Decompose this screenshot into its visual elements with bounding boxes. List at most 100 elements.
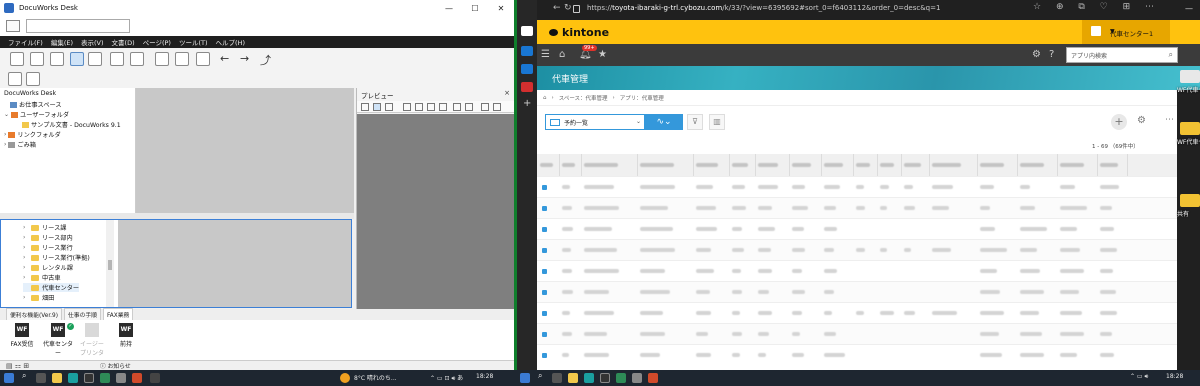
favorite-icon[interactable]: ★ [598, 49, 607, 60]
kintone-logo[interactable]: kintone [549, 26, 609, 39]
list-view-icon[interactable] [88, 52, 102, 66]
tab-useful-features[interactable]: 便利な機能(Ver.9) [6, 308, 62, 320]
app-taskbar-icon-right[interactable] [616, 373, 626, 383]
table-row[interactable] [537, 344, 1177, 365]
record-detail-icon[interactable] [542, 269, 547, 274]
weather-text[interactable]: 8°C 晴れのち... [354, 373, 397, 382]
thumbnail-view-icon[interactable] [70, 52, 84, 66]
browser-toolbar-icons[interactable]: ☆ ⊕ ⧉ ♡ ⊞ ⋯ [1033, 2, 1160, 12]
app-taskbar-icon-right-3[interactable] [648, 373, 658, 383]
column-header[interactable] [1060, 163, 1084, 167]
start-icon-right[interactable] [520, 373, 530, 383]
folder-item[interactable]: › リース業行 [23, 243, 73, 252]
menu-document[interactable]: 文書(D) [112, 37, 135, 47]
column-header[interactable] [856, 163, 870, 167]
app-taskbar-icon[interactable] [100, 373, 110, 383]
tree-item-user-folder[interactable]: ⌄ ユーザーフォルダ [4, 110, 69, 119]
preview-close-icon[interactable]: × [504, 89, 510, 97]
clock-left[interactable]: 18:28 [476, 373, 493, 380]
folder-item[interactable]: › レンタル課 [23, 263, 73, 272]
record-detail-icon[interactable] [542, 311, 547, 316]
record-detail-icon[interactable] [542, 206, 547, 211]
filter-button[interactable]: ⊽ [687, 114, 703, 130]
back-arrow-icon[interactable]: ← [220, 52, 229, 65]
menu-page[interactable]: ページ(P) [143, 37, 171, 47]
tab-fax[interactable]: FAX業務 [102, 308, 134, 320]
tree-item-desk[interactable]: DocuWorks Desk [4, 90, 56, 97]
edge-icon[interactable] [68, 373, 78, 383]
page-icon[interactable] [361, 103, 369, 111]
outlook-icon[interactable] [521, 46, 533, 56]
record-detail-icon[interactable] [542, 185, 547, 190]
menu-edit[interactable]: 編集(E) [51, 37, 73, 47]
more-options-button[interactable]: ⋯ [1165, 115, 1174, 125]
table-row[interactable] [537, 218, 1177, 239]
record-detail-icon[interactable] [542, 332, 547, 337]
user-menu[interactable]: 代車センター1 ▼ [1082, 20, 1170, 44]
add-icon[interactable]: + [523, 98, 531, 109]
menu-view[interactable]: 表示(V) [81, 37, 104, 47]
view-mode-icon[interactable]: ▤ ⚏ ⊞ [6, 362, 29, 370]
add-record-button[interactable]: + [1111, 114, 1127, 130]
app-taskbar-icon-2[interactable] [116, 373, 126, 383]
column-header[interactable] [540, 163, 553, 167]
dw-search-input[interactable] [26, 19, 130, 33]
chart-button[interactable]: ▥ [709, 114, 725, 130]
folder-content-area[interactable] [118, 220, 351, 307]
column-header[interactable] [732, 163, 748, 167]
gear-icon[interactable]: ⚙ [1137, 115, 1146, 126]
next-page-icon[interactable] [427, 103, 435, 111]
record-detail-icon[interactable] [542, 227, 547, 232]
app-taskbar-icon-4[interactable] [150, 373, 160, 383]
table-row[interactable] [537, 197, 1177, 218]
outlook-icon-2[interactable] [521, 64, 533, 74]
refresh-icon[interactable]: ↻ [564, 3, 572, 13]
zoom-icon[interactable] [481, 103, 489, 111]
forward-arrow-icon[interactable]: → [240, 52, 249, 65]
column-header[interactable] [562, 163, 575, 167]
text-select-icon[interactable] [385, 103, 393, 111]
back-icon[interactable]: ← [553, 3, 561, 13]
app-search-input[interactable]: アプリ内検索 ⌕ [1066, 47, 1178, 63]
close-button[interactable]: ✕ [488, 0, 514, 16]
column-header[interactable] [1020, 163, 1044, 167]
record-detail-icon[interactable] [542, 290, 547, 295]
print-icon[interactable] [30, 52, 44, 66]
minimize-button[interactable]: — [1178, 0, 1200, 16]
table-row[interactable] [537, 239, 1177, 260]
folder-scrollbar[interactable] [106, 220, 114, 307]
menu-icon[interactable]: ☰ [541, 49, 550, 60]
tray-daisha-center[interactable]: WF ✓ 代車センター [42, 323, 74, 357]
help-icon[interactable]: ? [1049, 49, 1054, 60]
column-header[interactable] [792, 163, 811, 167]
column-header[interactable] [1100, 163, 1118, 167]
last-page-icon[interactable] [439, 103, 447, 111]
tray-maemochi[interactable]: WF 前持 [114, 323, 138, 348]
minimize-button[interactable]: — [436, 0, 462, 16]
docuworks-taskbar-icon[interactable] [84, 373, 94, 383]
folder-item[interactable]: › リース課 [23, 223, 66, 232]
column-header[interactable] [696, 163, 718, 167]
tray-fax-receive[interactable]: WF FAX受信 [10, 323, 34, 348]
folder-item[interactable]: › リース業行(準拠) [23, 253, 90, 262]
label-icon[interactable] [26, 72, 40, 86]
rotate-icon[interactable] [465, 103, 473, 111]
breadcrumb-space[interactable]: スペース：代車管理 [559, 94, 608, 102]
docuworks-taskbar-icon-right[interactable] [600, 373, 610, 383]
folder-item[interactable]: › 中古車 [23, 273, 61, 282]
link-icon[interactable] [453, 103, 461, 111]
search-icon[interactable]: ⌕ [1169, 50, 1173, 60]
tree-item-link-folder[interactable]: › リンクフォルダ [4, 130, 61, 139]
open-icon[interactable] [10, 52, 24, 66]
bind-icon[interactable] [175, 52, 189, 66]
column-header[interactable] [640, 163, 674, 167]
app-icon[interactable] [521, 82, 533, 92]
folder-item-selected[interactable]: 代車センター [23, 283, 80, 292]
menu-help[interactable]: ヘルプ(H) [216, 37, 245, 47]
folder-item[interactable]: › リース部内 [23, 233, 73, 242]
search-icon-right[interactable]: ⌕ [538, 371, 542, 381]
explorer-icon[interactable] [52, 373, 62, 383]
tray-icons[interactable]: ⌃ ▭ ⊡ 🔊︎ あ [430, 373, 463, 383]
tag-icon[interactable] [8, 72, 22, 86]
tree-item-workspace[interactable]: お仕事スペース [10, 100, 62, 109]
